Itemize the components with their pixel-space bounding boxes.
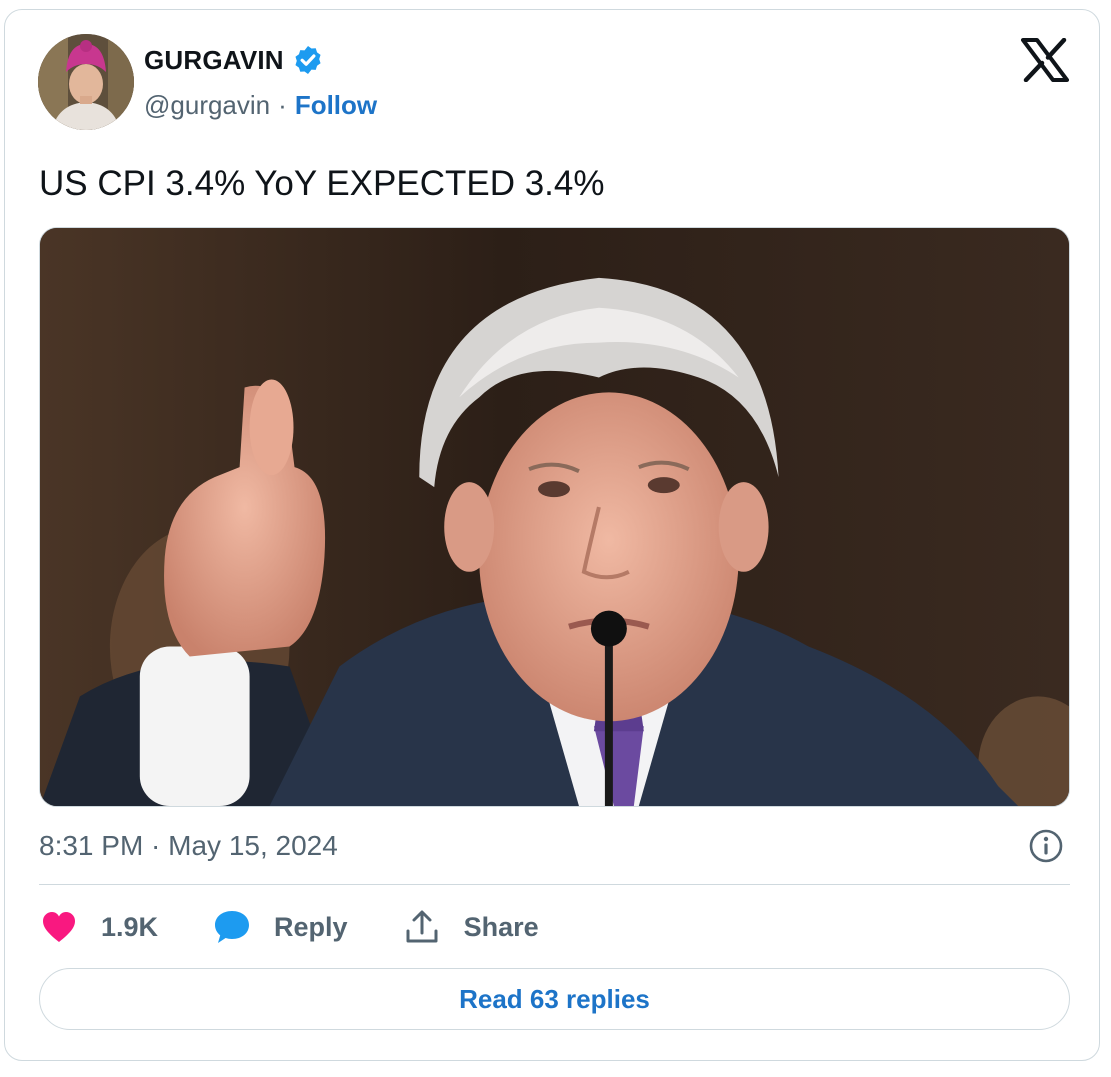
heart-icon — [39, 907, 79, 947]
tweet-media-photo[interactable] — [39, 227, 1070, 807]
follow-button[interactable]: Follow — [295, 90, 377, 121]
like-count: 1.9K — [101, 911, 159, 942]
share-upload-icon — [402, 907, 442, 947]
reply-button[interactable]: Reply — [212, 907, 348, 947]
separator-dot: · — [278, 90, 287, 120]
verified-badge-icon — [295, 46, 321, 74]
share-label: Share — [463, 911, 539, 942]
info-icon[interactable] — [1028, 828, 1064, 864]
author-name-row: GURGAVIN — [144, 44, 324, 76]
author-handle[interactable]: @gurgavin — [144, 90, 270, 121]
tweet-card: GURGAVIN @gurgavin · Follow US CPI 3.4% … — [4, 9, 1100, 1061]
like-button[interactable]: 1.9K — [39, 907, 158, 947]
speech-bubble-icon — [212, 907, 252, 947]
share-button[interactable]: Share — [402, 907, 539, 947]
x-logo-icon[interactable] — [1021, 38, 1069, 82]
tweet-text: US CPI 3.4% YoY EXPECTED 3.4% — [39, 164, 605, 203]
tweet-timestamp[interactable]: 8:31 PM · May 15, 2024 — [39, 830, 338, 862]
reply-label: Reply — [274, 911, 348, 942]
photo-image — [40, 228, 1069, 806]
avatar-image — [38, 34, 134, 130]
read-replies-button[interactable]: Read 63 replies — [39, 968, 1070, 1030]
action-bar: 1.9K Reply Share — [39, 905, 593, 949]
divider — [39, 884, 1070, 885]
author-handle-row: @gurgavin · Follow — [144, 90, 377, 121]
author-display-name[interactable]: GURGAVIN — [144, 45, 284, 76]
avatar[interactable] — [38, 34, 134, 130]
